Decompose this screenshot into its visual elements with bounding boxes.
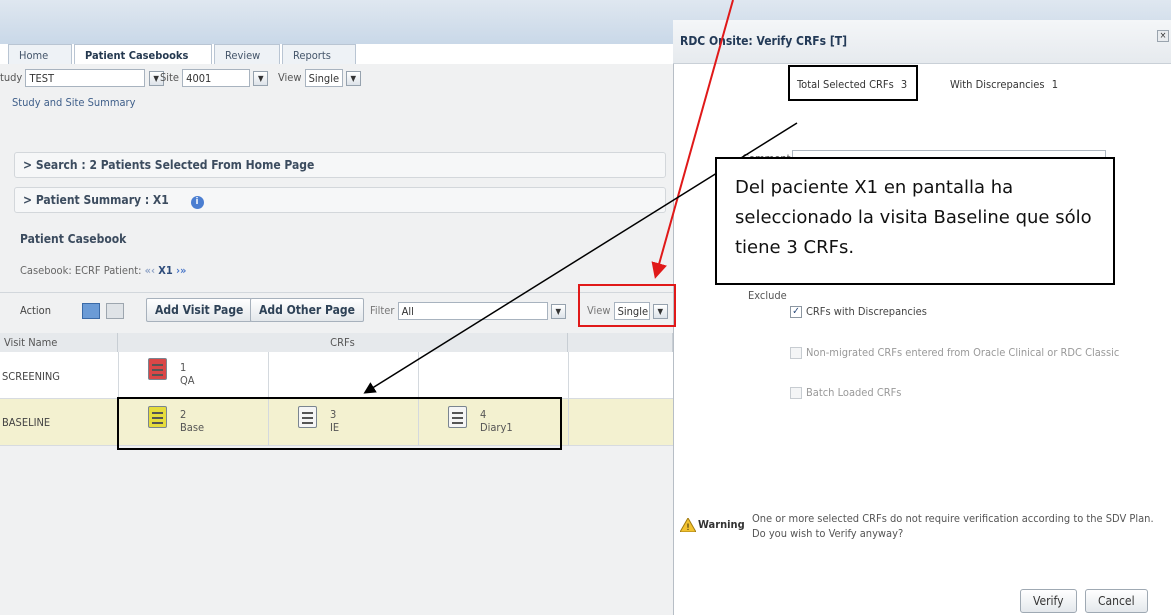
- annotation-arrows: [363, 0, 798, 394]
- callout-note: Del paciente X1 en pantalla ha seleccion…: [715, 157, 1115, 285]
